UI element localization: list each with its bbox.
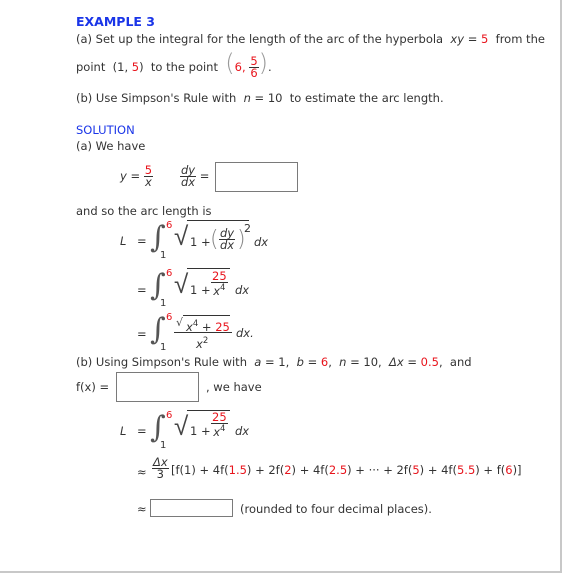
simpson-terms: [f(1) + 4f(1.5) + 2f(2) + 4f(2.5) + ··· … [171, 463, 522, 477]
fraction-bar [174, 332, 232, 333]
square-exponent: 2 [244, 222, 251, 235]
simpson-term-text: [f(1) + 4f( [171, 463, 229, 477]
one-plus: 1 + [190, 424, 211, 438]
lower-limit: 1 [160, 440, 167, 451]
dydx-answer-input[interactable] [215, 162, 298, 192]
rounded-note: (rounded to four decimal places). [240, 502, 432, 516]
example-title: EXAMPLE 3 [76, 14, 156, 29]
inner-dydx: dy dx [219, 226, 236, 252]
dx-suffix-period: dx. [236, 326, 254, 340]
upper-limit: 6 [166, 410, 173, 421]
simpson-arg-value: 2.5 [328, 463, 348, 477]
we-have-text: , we have [206, 380, 262, 394]
frac-25-x4: 25 x4 [211, 410, 228, 439]
sqrt-vinculum [183, 315, 230, 316]
simpson-term-text: ) + ··· + 2f( [347, 463, 413, 477]
arc-length-answer-input[interactable] [150, 499, 233, 517]
part-b-label: (b) Using Simpson's Rule with a = 1, b =… [76, 355, 472, 369]
fx-label: f(x) = [76, 380, 110, 394]
point2-y-fraction: 5 6 [249, 54, 259, 80]
content-frame [0, 0, 562, 573]
part-a-prompt: (a) Set up the integral for the length o… [76, 32, 545, 46]
part-a-text: (a) Set up the integral for the length o… [76, 32, 444, 46]
lower-limit: 1 [160, 298, 167, 309]
upper-limit: 6 [166, 220, 173, 231]
dydx-equation: dy dx = [180, 163, 210, 189]
eq-3: = [137, 327, 147, 341]
hyperbola-rhs: 5 [481, 32, 489, 46]
approx-1: ≈ [137, 465, 147, 479]
lower-limit: 1 [160, 250, 167, 261]
dx-suffix: dx [235, 283, 250, 297]
point1-close: ) [139, 60, 144, 74]
left-paren: ( [225, 49, 235, 77]
eq-1: = [137, 234, 147, 248]
point2-x: 6, [234, 60, 246, 74]
point1-y: 5 [131, 60, 140, 74]
sqrt-icon: √ [174, 222, 189, 252]
simpson-term-text: )] [512, 463, 522, 477]
eq-4: = [137, 424, 147, 438]
y-fraction: 5 x [143, 163, 154, 189]
point1-open: (1, [112, 60, 129, 74]
n-variable: n [243, 91, 251, 105]
from-the-text: from the [495, 32, 545, 46]
L-label: L [120, 424, 127, 438]
fx-answer-input[interactable] [116, 372, 199, 402]
dx-over-3: Δx 3 [152, 455, 169, 481]
lower-limit: 1 [160, 342, 167, 353]
dx-suffix: dx [254, 235, 269, 249]
part-b-prompt: (b) Use Simpson's Rule with n = 10 to es… [76, 91, 444, 105]
simpson-arg-value: 5 [412, 463, 420, 477]
simpson-arg-value: 1.5 [228, 463, 247, 477]
simpson-arg-value: 2 [284, 463, 292, 477]
upper-limit: 6 [166, 312, 173, 323]
approx-2: ≈ [137, 502, 147, 516]
one-plus: 1 + [190, 283, 211, 297]
eq-2: = [137, 283, 147, 297]
dx-suffix: dx [235, 424, 250, 438]
point-line: point (1, 5) to the point (6, 5 6 ). [76, 49, 272, 80]
frac-25-x4: 25 x4 [211, 269, 228, 298]
L-label: L [120, 234, 127, 248]
right-paren: ) [258, 49, 269, 77]
left-paren: ( [210, 227, 219, 252]
dydx-fraction: dy dx [180, 163, 197, 189]
simpson-term-text: ) + 4f( [291, 463, 329, 477]
simpson-arg-value: 6 [505, 463, 513, 477]
x2-denominator: x2 [196, 336, 209, 351]
upper-limit: 6 [166, 268, 173, 279]
one-plus: 1 + [190, 235, 211, 249]
sqrt-vinculum [187, 220, 249, 221]
simpson-term-text: ) + f( [475, 463, 506, 477]
sqrt-icon: √ [174, 412, 189, 442]
sqrt-icon: √ [176, 316, 184, 329]
sqrt-icon: √ [174, 270, 189, 300]
hyperbola-lhs: xy [450, 32, 465, 46]
arc-length-text: and so the arc length is [76, 204, 212, 218]
part-a-label: (a) We have [76, 139, 146, 153]
hyperbola-eq: = [467, 32, 478, 46]
point-text: point [76, 60, 106, 74]
to-the-point-text: to the point [150, 60, 218, 74]
simpson-term-text: ) + 2f( [246, 463, 285, 477]
simpson-arg-value: 5.5 [456, 463, 476, 477]
solution-heading: SOLUTION [76, 123, 135, 137]
simpson-term-text: ) + 4f( [419, 463, 457, 477]
y-equation: y = 5 x [120, 163, 154, 189]
